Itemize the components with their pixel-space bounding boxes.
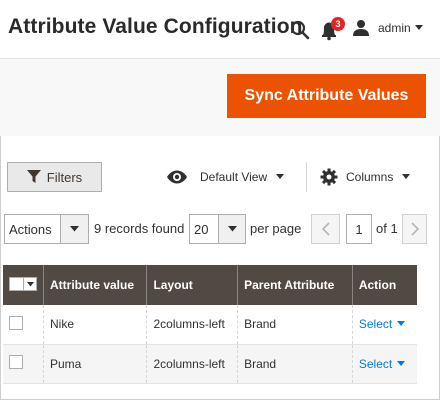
table-row[interactable]: Nike 2columns-left Brand Select: [3, 305, 417, 344]
row-checkbox[interactable]: [9, 355, 23, 369]
filters-label: Filters: [46, 169, 83, 185]
user-menu[interactable]: admin: [352, 18, 423, 38]
current-page-input[interactable]: [346, 214, 372, 244]
caret-down-icon: [402, 174, 411, 179]
eye-icon: [167, 170, 187, 184]
view-label: Default View: [200, 170, 268, 184]
row-checkbox[interactable]: [9, 315, 23, 330]
page-title: Attribute Value Configuration: [8, 15, 303, 38]
filters-button[interactable]: Filters: [7, 162, 102, 192]
filter-icon: [26, 170, 41, 183]
user-icon: [353, 20, 369, 36]
cell-parent-attribute: Brand: [237, 344, 353, 383]
page-total: of 1: [376, 221, 398, 236]
page-actions-bar: Sync Attribute Values: [0, 58, 440, 136]
notification-badge[interactable]: 3: [331, 17, 345, 31]
attribute-values-grid: Attribute value Layout Parent Attribute …: [3, 265, 417, 384]
mass-select-header[interactable]: [3, 265, 44, 305]
actions-dropdown-toggle[interactable]: [60, 215, 88, 243]
cell-attribute-value: Nike: [42, 305, 147, 344]
mass-actions-select[interactable]: Actions: [4, 214, 89, 244]
next-page-button[interactable]: [402, 214, 427, 244]
column-header-attribute-value[interactable]: Attribute value: [42, 265, 147, 305]
columns-control[interactable]: Columns: [320, 167, 411, 187]
sync-attribute-values-button[interactable]: Sync Attribute Values: [227, 74, 426, 118]
page-header: Attribute Value Configuration 3 admin: [0, 0, 440, 58]
row-action-label: Select: [358, 317, 393, 332]
caret-down-icon: [227, 226, 237, 232]
column-header-layout[interactable]: Layout: [146, 265, 238, 305]
chevron-left-icon: [321, 222, 330, 236]
caret-down-icon: [26, 281, 34, 286]
columns-label: Columns: [346, 170, 394, 184]
caret-down-icon: [70, 226, 79, 232]
per-page-select[interactable]: 20: [189, 214, 246, 244]
caret-down-icon: [276, 174, 285, 179]
caret-down-icon: [397, 360, 406, 366]
per-page-label: per page: [250, 221, 302, 236]
mass-select-checkbox[interactable]: [9, 277, 37, 291]
records-count: 9 records found: [94, 221, 185, 236]
row-action-select[interactable]: Select: [358, 317, 406, 332]
cell-attribute-value: Puma: [42, 344, 147, 383]
gear-icon: [320, 168, 338, 186]
per-page-dropdown-toggle[interactable]: [218, 215, 245, 243]
cell-layout: 2columns-left: [146, 305, 238, 344]
user-name: admin: [378, 21, 411, 35]
actions-label: Actions: [9, 222, 52, 237]
column-header-parent-attribute[interactable]: Parent Attribute: [237, 265, 353, 305]
column-header-action: Action: [351, 265, 417, 305]
cell-layout: 2columns-left: [146, 344, 238, 383]
chevron-right-icon: [410, 222, 419, 236]
cell-parent-attribute: Brand: [237, 305, 353, 344]
search-icon[interactable]: [290, 20, 310, 40]
previous-page-button[interactable]: [311, 214, 340, 244]
caret-down-icon: [397, 321, 406, 327]
row-action-label: Select: [358, 356, 393, 371]
row-action-select[interactable]: Select: [358, 356, 406, 371]
caret-down-icon: [414, 25, 423, 30]
grid-header-row: Attribute value Layout Parent Attribute …: [3, 265, 417, 305]
toolbar-divider: [306, 162, 307, 192]
table-row[interactable]: Puma 2columns-left Brand Select: [3, 344, 417, 383]
view-switcher[interactable]: Default View: [166, 167, 285, 187]
per-page-value: 20: [194, 222, 209, 237]
